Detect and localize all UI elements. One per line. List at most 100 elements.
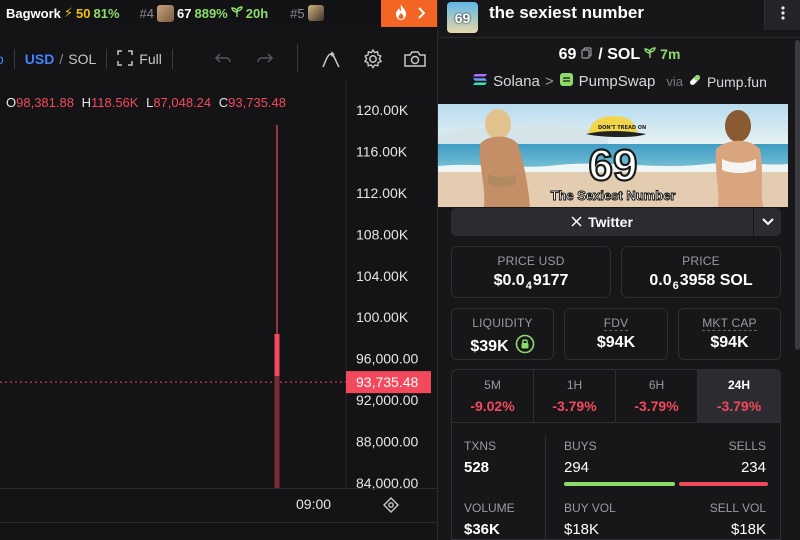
candle-body [274,333,280,383]
twitter-button[interactable]: Twitter [451,208,753,236]
dex-name[interactable]: PumpSwap [579,73,656,90]
panel-scrollbar[interactable] [795,40,800,350]
ticker-item-3[interactable]: #5 [290,5,324,21]
copy-icon[interactable] [581,46,592,64]
price-usd-card: PRICE USD $0.049177 [451,246,611,298]
ohlc-high: 118.56K [90,95,139,110]
chevron-right-icon [417,6,426,22]
fullscreen-icon [117,49,134,69]
chain-name[interactable]: Solana [493,73,540,90]
ticker-item-2[interactable]: #4 67 889% 20h [140,4,269,22]
currency-toggle[interactable]: USD / SOL [25,51,96,67]
interval-fragment[interactable]: o [0,51,4,67]
tab-change: -3.79% [552,398,597,414]
ticker-age: 20h [245,5,269,21]
ohlc-close: 93,735.48 [228,95,287,110]
sell-vol-label: SELL VOL [709,501,766,515]
liquidity-value: $39K [452,334,553,359]
sprout-icon [644,46,660,62]
tab-label: 6H [648,378,665,392]
sell-vol-value: $18K [730,521,766,538]
y-tick-label: 104.00K [356,268,409,284]
tab-1h[interactable]: 1H -3.79% [533,369,616,423]
fire-button[interactable] [381,0,437,27]
tab-change: -9.02% [470,398,515,414]
pair-route: Solana > PumpSwap via Pump.fun [438,72,800,91]
indicator-icon[interactable] [320,48,342,70]
price-sol-card: PRICE 0.063958 SOL [621,246,781,298]
ticker-item-1[interactable]: Bagwork ⚡ 50 81% [6,5,120,21]
toolbar-divider [106,49,108,69]
token-thumbnail [307,5,324,21]
y-tick-label: 116.00K [356,143,408,159]
launchpad-name[interactable]: Pump.fun [707,74,767,90]
more-menu-button[interactable] [764,0,800,30]
txns-value: 528 [464,459,490,476]
ticker-pct: 889% [194,5,228,21]
ohlc-open: 98,381.88 [16,95,74,110]
price-sol-label: PRICE [682,254,720,268]
toolbar-divider [13,49,15,69]
chevron-down-icon [761,213,774,231]
y-tick-label: 112.00K [356,185,408,201]
mkt-cap-card: MKT CAP $94K [678,308,781,360]
buys-value: 294 [564,459,590,476]
twitter-label: Twitter [588,214,633,230]
currency-sol[interactable]: SOL [68,51,96,67]
camera-icon[interactable] [403,49,427,69]
tab-label: 5M [484,378,501,392]
price-usd-value: $0.049177 [493,272,569,292]
price-usd-label: PRICE USD [497,254,565,268]
sprout-icon [231,5,243,21]
undo-icon[interactable] [214,51,232,67]
pair-header: 69 / SOL 7m [438,46,800,64]
social-row: Twitter [451,208,781,236]
fdv-value: $94K [596,334,636,351]
gear-icon[interactable] [362,48,384,70]
y-tick-label: 108.00K [356,226,409,242]
liquidity-card: LIQUIDITY $39K [451,308,554,360]
y-tick-label: 100.00K [356,309,409,325]
lock-icon[interactable] [515,334,535,359]
route-arrow: > [544,73,554,90]
fullscreen-button[interactable]: Full [117,49,162,69]
chart-canvas[interactable]: 120.00K 116.00K 112.00K 108.00K 104.00K 100.0… [0,80,437,491]
volume-label: VOLUME [464,501,515,515]
y-tick-label: 96,000.00 [356,351,418,367]
ohlc-close-label: C [218,95,229,110]
fire-icon [393,3,409,24]
volume-value: $36K [464,521,500,538]
token-panel: 69 the sexiest number 69 / SOL 7m Solana… [437,0,800,540]
auto-scale-icon[interactable] [383,497,399,518]
panel-header: 69 the sexiest number [438,0,800,38]
token-title: the sexiest number [489,3,644,22]
currency-usd[interactable]: USD [25,51,55,67]
pair-base: 69 [558,46,577,64]
ticker-rank: #5 [290,5,305,21]
ticker-name: 67 [177,5,192,21]
volume-bar [274,376,280,488]
token-banner: DON'T TREAD ON 69 The Sexiest Number [438,104,788,207]
mkt-cap-label: MKT CAP [702,316,757,331]
tab-24h[interactable]: 24H -3.79% [697,369,781,423]
x-tick-label: 09:00 [296,496,332,512]
liquidity-label: LIQUIDITY [472,316,533,330]
redo-icon[interactable] [256,51,274,67]
y-tick-label: 120.00K [356,102,409,118]
banner-hat-text: DON'T TREAD ON [598,125,646,131]
token-logo: 69 [447,2,478,33]
tab-6h[interactable]: 6H -3.79% [615,369,698,423]
tab-change: -3.79% [716,398,762,414]
stats-divider [545,435,546,540]
currency-separator: / [59,51,64,67]
pair-separator: / [598,46,603,64]
buy-ratio-bar [564,482,675,486]
trending-ticker: Bagwork ⚡ 50 81% #4 67 889% 20h #5 [0,0,437,26]
chart-status-strip [0,522,437,540]
tab-5m[interactable]: 5M -9.02% [451,369,534,423]
price-chart[interactable]: 120.00K 116.00K 112.00K 108.00K 104.00K 100.0… [0,80,437,491]
social-expand-button[interactable] [754,208,781,236]
ohlc-low: 87,048.24 [153,95,212,110]
trade-stats: TXNS 528 BUYS 294 SELLS 234 VOLUME $36K … [451,423,781,540]
tab-label: 1H [566,378,583,392]
